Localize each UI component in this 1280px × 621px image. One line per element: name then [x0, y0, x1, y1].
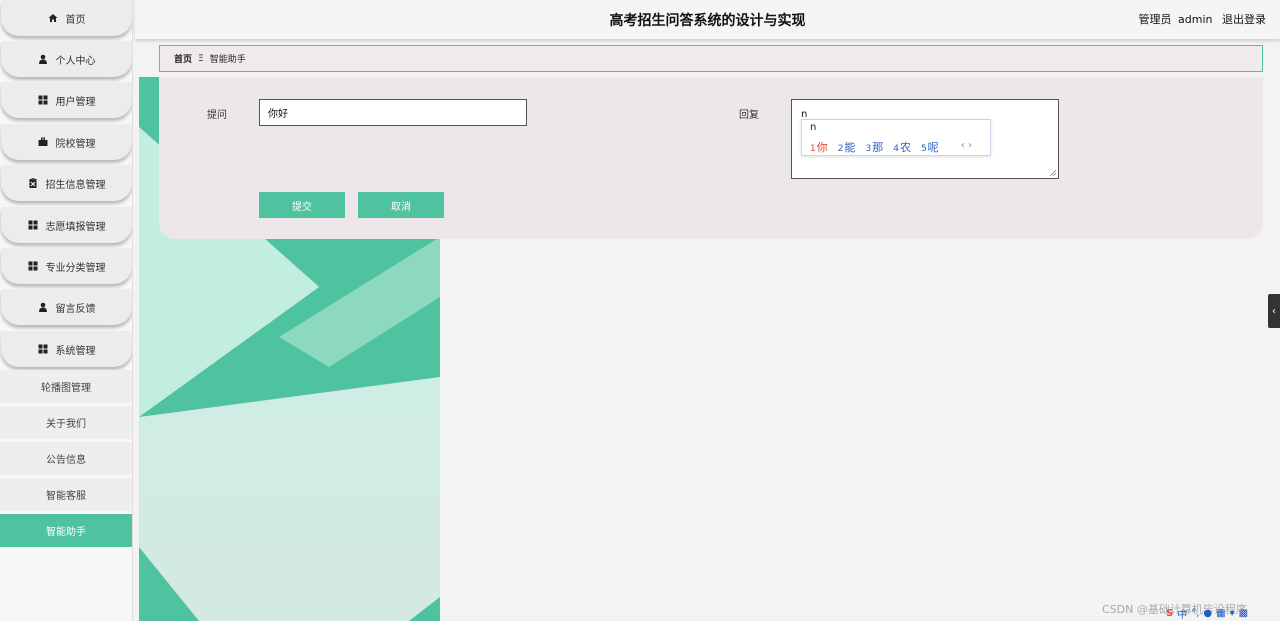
menu-admission-info[interactable]: 招生信息管理 [1, 165, 132, 201]
submit-button[interactable]: 提交 [259, 192, 345, 218]
menu-feedback[interactable]: 留言反馈 [1, 289, 132, 325]
ime-candidate[interactable]: 1你 [810, 139, 828, 155]
microphone-icon[interactable]: ● [1203, 608, 1212, 619]
menu-major-category[interactable]: 专业分类管理 [1, 248, 132, 284]
sub-item-label: 公告信息 [46, 455, 86, 466]
sub-item-label: 轮播图管理 [41, 383, 91, 394]
ime-candidates: 1你 2能 3那 4农 5呢 [810, 139, 939, 155]
menu-user-management[interactable]: 用户管理 [1, 82, 132, 118]
ime-tray: S 中 °, ● ▦ ▾ ▩ [1166, 606, 1280, 621]
sidebar-item-carousel[interactable]: 轮播图管理 [0, 370, 132, 403]
menu-label: 招生信息管理 [45, 179, 106, 191]
sidebar-item-customer-service[interactable]: 智能客服 [0, 478, 132, 511]
sub-item-label: 关于我们 [46, 419, 86, 430]
collapse-tab[interactable]: ‹ [1268, 294, 1280, 328]
sogou-icon[interactable]: S [1166, 608, 1173, 619]
candidate-text: 那 [872, 141, 884, 154]
sidebar-item-notice[interactable]: 公告信息 [0, 442, 132, 475]
ime-candidate[interactable]: 3那 [865, 139, 883, 155]
briefcase-icon [38, 137, 48, 147]
menu-system-management[interactable]: 系统管理 [1, 331, 132, 367]
question-label: 提问 [207, 110, 227, 121]
candidate-num: 2 [837, 144, 844, 154]
breadcrumb-current: 智能助手 [209, 55, 246, 65]
skin-icon[interactable]: ▾ [1230, 608, 1235, 619]
menu-label: 个人中心 [55, 55, 96, 67]
menu-label: 专业分类管理 [45, 262, 106, 274]
breadcrumb: 首页 Ξ 智能助手 [159, 45, 1263, 72]
ime-candidate[interactable]: 2能 [838, 139, 856, 155]
menu-application-management[interactable]: 志愿填报管理 [1, 207, 132, 243]
candidate-num: 5 [920, 144, 927, 154]
grid-icon [28, 220, 38, 230]
keyboard-icon[interactable]: ▦ [1216, 608, 1225, 619]
user-info: 管理员 admin 退出登录 [1133, 11, 1266, 27]
username: admin [1178, 13, 1213, 26]
grid-icon [28, 261, 38, 271]
home-icon [48, 13, 58, 23]
page-title: 高考招生问答系统的设计与实现 [609, 13, 806, 29]
menu-label: 留言反馈 [55, 303, 96, 315]
menu-personal-center[interactable]: 个人中心 [1, 41, 132, 77]
resize-handle-icon[interactable] [1050, 170, 1056, 176]
candidate-text: 农 [899, 141, 911, 154]
candidate-text: 你 [816, 141, 828, 154]
reply-label: 回复 [739, 110, 759, 121]
grid-icon [38, 95, 48, 105]
grid-icon [38, 344, 48, 354]
candidate-num: 3 [865, 144, 872, 154]
menu-school-management[interactable]: 院校管理 [1, 124, 132, 160]
ime-candidate-popup: n 1你 2能 3那 4农 5呢 ‹ › [801, 119, 991, 156]
sub-item-label: 智能客服 [46, 491, 86, 502]
menu-label: 用户管理 [55, 96, 96, 108]
user-icon [38, 54, 48, 64]
ime-composition: n [810, 122, 817, 133]
sub-item-label: 智能助手 [46, 527, 86, 538]
ime-candidate[interactable]: 5呢 [921, 139, 939, 155]
sidebar-item-about[interactable]: 关于我们 [0, 406, 132, 439]
breadcrumb-separator: Ξ [198, 53, 204, 64]
question-input[interactable]: 你好 [259, 99, 527, 126]
sidebar: 首页 个人中心 用户管理 院校管理 招生信息管理 志愿填报管理 专业分类管理 留… [0, 0, 133, 621]
ime-page-nav[interactable]: ‹ › [961, 140, 972, 151]
ime-candidate[interactable]: 4农 [893, 139, 911, 155]
top-header: 高考招生问答系统的设计与实现 管理员 admin 退出登录 [135, 0, 1280, 39]
ime-language[interactable]: 中 [1177, 606, 1187, 621]
menu-label: 首页 [65, 14, 86, 26]
candidate-text: 能 [844, 141, 856, 154]
breadcrumb-home[interactable]: 首页 [174, 52, 192, 65]
user-icon [38, 302, 48, 312]
sidebar-item-assistant[interactable]: 智能助手 [0, 514, 132, 547]
candidate-num: 4 [893, 144, 899, 154]
clipboard-icon [28, 178, 38, 188]
menu-label: 系统管理 [55, 345, 96, 357]
cancel-button[interactable]: 取消 [358, 192, 444, 218]
punctuation-icon[interactable]: °, [1191, 608, 1199, 619]
menu-home[interactable]: 首页 [1, 0, 132, 36]
candidate-text: 呢 [927, 141, 939, 154]
logout-button[interactable]: 退出登录 [1222, 13, 1266, 26]
menu-label: 院校管理 [55, 138, 96, 150]
menu-label: 志愿填报管理 [45, 221, 106, 233]
user-role: 管理员 [1138, 13, 1172, 26]
toolbox-icon[interactable]: ▩ [1239, 608, 1248, 619]
candidate-num: 1 [810, 144, 816, 154]
